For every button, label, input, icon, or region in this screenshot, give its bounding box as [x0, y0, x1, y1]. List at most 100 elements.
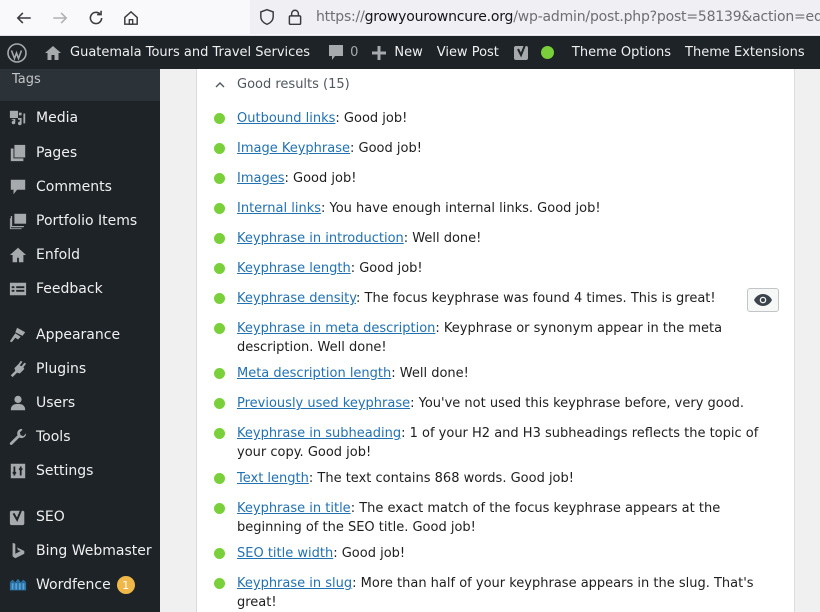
sidebar-item-label: Tools [36, 429, 71, 445]
result-link[interactable]: Keyphrase in introduction [237, 231, 404, 246]
sidebar-item-label: Bing Webmaster [36, 543, 152, 559]
view-post-link[interactable]: View Post [430, 36, 506, 69]
result-link[interactable]: Outbound links [237, 111, 335, 126]
eye-icon [754, 294, 772, 306]
comments-icon [8, 177, 28, 197]
new-label: New [394, 45, 423, 60]
yoast-icon [8, 507, 28, 527]
seo-status-dot [540, 46, 554, 59]
result-link[interactable]: Image Keyphrase [237, 141, 350, 156]
result-link[interactable]: Text length [237, 471, 309, 486]
status-dot-icon [214, 428, 225, 439]
home-button[interactable] [119, 6, 143, 30]
sidebar-item-tools[interactable]: Tools [0, 420, 160, 454]
good-results-toggle[interactable]: Good results (15) [214, 77, 350, 92]
paintbrush-icon [8, 325, 28, 345]
url-path: /wp-admin/post.php?post=58139&action=edi… [513, 9, 820, 25]
result-link[interactable]: Keyphrase in subheading [237, 426, 401, 441]
url-host: growyourowncure.org [364, 9, 514, 25]
pages-icon [8, 143, 28, 163]
result-text: : You've not used this keyphrase before,… [410, 396, 745, 411]
yoast-seo-menu[interactable] [506, 36, 561, 69]
sidebar-item-media[interactable]: Media [0, 101, 160, 135]
url-bar[interactable]: https://growyourowncure.org/wp-admin/pos… [250, 0, 820, 34]
url-scheme: https:// [316, 9, 365, 25]
settings-icon [8, 461, 28, 481]
result-text: : Well done! [403, 231, 482, 246]
sidebar-item-wordfence[interactable]: Wordfence 1 [0, 568, 160, 602]
sidebar-item-appearance[interactable]: Appearance [0, 318, 160, 352]
highlight-keyphrase-button[interactable] [747, 288, 779, 312]
sidebar-item-plugins[interactable]: Plugins [0, 352, 160, 386]
theme-options-link[interactable]: Theme Options [565, 36, 678, 69]
result-link[interactable]: Keyphrase in title [237, 501, 351, 516]
wordpress-logo-icon [7, 42, 27, 63]
sidebar-item-feedback[interactable]: Feedback [0, 272, 160, 306]
result-link[interactable]: Internal links [237, 201, 321, 216]
sidebar-item-label: Portfolio Items [36, 213, 138, 229]
lock-icon[interactable] [286, 8, 304, 26]
sidebar-item-bing-webmaster[interactable]: Bing Webmaster [0, 534, 160, 568]
forward-button[interactable] [48, 6, 72, 30]
result-link[interactable]: Keyphrase density [237, 291, 356, 306]
comments-count: 0 [350, 45, 359, 60]
sidebar-item-comments[interactable]: Comments [0, 170, 160, 204]
back-button[interactable] [12, 6, 36, 30]
result-link[interactable]: Keyphrase in slug [237, 576, 352, 591]
sidebar-item-label: Enfold [36, 247, 80, 263]
portfolio-icon [8, 211, 28, 231]
seo-analysis-panel: Good results (15) Outbound links : Good j… [196, 69, 795, 612]
result-text: : The focus keyphrase was found 4 times.… [356, 291, 716, 306]
sidebar-item-label: Plugins [36, 361, 87, 377]
result-link[interactable]: Previously used keyphrase [237, 396, 410, 411]
result-link[interactable]: Keyphrase in meta description [237, 321, 435, 336]
wordpress-logo-menu[interactable] [0, 36, 37, 69]
sidebar-item-label: Appearance [36, 327, 121, 343]
bing-icon [8, 541, 28, 561]
theme-options-label: Theme Options [571, 45, 672, 60]
sidebar-item-users[interactable]: Users [0, 386, 160, 420]
reload-button[interactable] [84, 6, 108, 30]
shield-icon[interactable] [258, 8, 276, 26]
result-item: Keyphrase in subheading: 1 of your H2 an… [214, 424, 774, 462]
sidebar-item-seo[interactable]: SEO [0, 500, 160, 534]
result-text: : Good job! [350, 261, 423, 276]
wp-admin-bar: Guatemala Tours and Travel Services 0 Ne… [0, 36, 820, 69]
status-dot-icon [214, 578, 225, 589]
comments-menu[interactable]: 0 [321, 36, 365, 69]
result-link[interactable]: Keyphrase length [237, 261, 351, 276]
wrench-icon [8, 427, 28, 447]
wordfence-icon [8, 575, 28, 595]
result-text: : Well done! [391, 366, 469, 381]
sidebar-item-pages[interactable]: Pages [0, 136, 160, 170]
home-icon [124, 10, 138, 25]
url-text[interactable]: https://growyourowncure.org/wp-admin/pos… [316, 9, 820, 25]
admin-sidebar: Tags Media Pages Comments Portfolio Item… [0, 69, 160, 612]
sidebar-item-enfold[interactable]: Enfold [0, 238, 160, 272]
sidebar-item-settings[interactable]: Settings [0, 454, 160, 488]
result-link[interactable]: Images [237, 171, 285, 186]
sidebar-item-portfolio-items[interactable]: Portfolio Items [0, 204, 160, 238]
status-dot-icon [214, 398, 225, 409]
sidebar-item-label: Wordfence [36, 577, 111, 593]
sidebar-submenu-tags[interactable]: Tags [0, 69, 160, 101]
good-results-heading: Good results (15) [237, 77, 350, 92]
tags-label: Tags [12, 72, 41, 87]
notification-badge: 1 [116, 576, 135, 594]
feedback-icon [8, 279, 28, 299]
site-name-menu[interactable]: Guatemala Tours and Travel Services [37, 36, 317, 69]
result-link[interactable]: Meta description length [237, 366, 391, 381]
result-item: Keyphrase in title: The exact match of t… [214, 499, 774, 537]
result-item: Keyphrase in slug: More than half of you… [214, 574, 774, 612]
new-content-menu[interactable]: New [365, 36, 429, 69]
result-link[interactable]: SEO title width [237, 546, 333, 561]
media-icon [8, 108, 28, 128]
main-content: Good results (15) Outbound links : Good j… [160, 69, 820, 612]
browser-toolbar: https://growyourowncure.org/wp-admin/pos… [0, 0, 820, 36]
theme-extensions-link[interactable]: Theme Extensions [678, 36, 812, 69]
sidebar-item-label: Feedback [36, 281, 103, 297]
result-text: : Good job! [333, 546, 406, 561]
forward-icon [53, 12, 68, 24]
back-icon [16, 12, 31, 24]
status-dot-icon [214, 323, 225, 334]
